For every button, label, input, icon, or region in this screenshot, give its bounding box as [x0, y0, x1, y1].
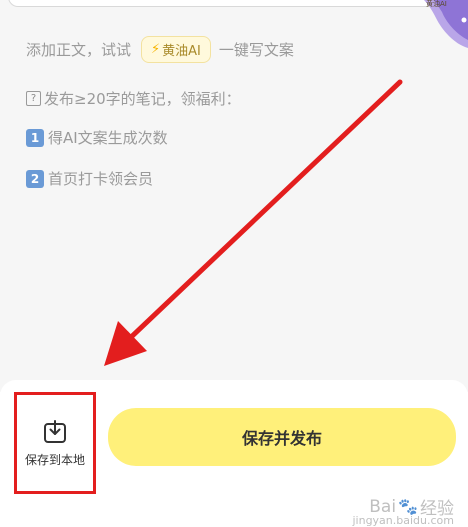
lightning-bolt-icon: ⚡ [151, 42, 161, 57]
number-one-icon: 1 [26, 128, 44, 147]
reward-title: 发布≥20字的笔记，领福利： [44, 90, 241, 108]
hint-suffix: 一键写文案 [218, 41, 294, 59]
save-and-publish-button[interactable]: 保存并发布 [108, 408, 456, 466]
baidu-watermark: Bai 🐾 经验 jingyan.baidu.com [352, 494, 454, 527]
download-to-tray-icon [44, 419, 66, 443]
hint-row: 添加正文，试试 ⚡ 黄油AI 一键写文案 [26, 36, 294, 63]
reward-item-text: 首页打卡领会员 [48, 170, 154, 188]
reward-item: 2 首页打卡领会员 [26, 168, 153, 189]
note-editor[interactable]: 黄油AI 添加正文，试试 ⚡ 黄油AI 一键写文案 ? 发布≥20字的笔记，领福… [0, 0, 468, 392]
reward-item-text: 得AI文案生成次数 [48, 129, 168, 147]
mascot-badge: 黄油AI [426, 0, 447, 8]
reward-title-line: ? 发布≥20字的笔记，领福利： [26, 88, 241, 109]
number-two-icon: 2 [26, 169, 44, 188]
reward-item: 1 得AI文案生成次数 [26, 127, 168, 148]
ai-writing-chip[interactable]: ⚡ 黄油AI [141, 36, 211, 63]
watermark-sub: jingyan.baidu.com [352, 514, 454, 527]
title-input-edge [8, 0, 429, 7]
mascot-icon: 黄油AI [424, 0, 468, 48]
hint-prefix: 添加正文，试试 [26, 41, 132, 59]
save-to-local-label: 保存到本地 [24, 452, 85, 467]
question-icon: ? [26, 91, 41, 106]
save-to-local-button[interactable]: 保存到本地 [14, 392, 96, 494]
ai-chip-label: 黄油AI [162, 44, 201, 59]
